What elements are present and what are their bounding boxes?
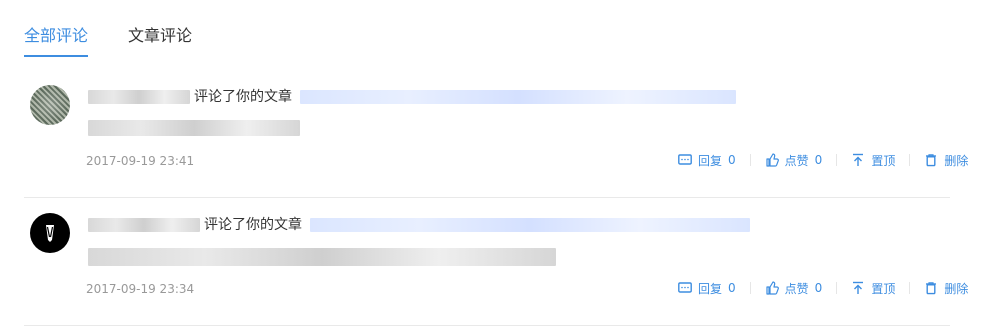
pin-top-button[interactable]: 置顶 [837,280,909,296]
pin-top-icon [851,281,865,295]
pin-top-icon [851,153,865,167]
reply-count: 0 [728,153,736,167]
like-count: 0 [814,153,823,167]
comment-actions: 回复 0 点赞 0 置顶 删除 [678,280,982,296]
comment-icon [678,153,692,167]
comment-item: 评论了你的文章 2017-09-19 23:41 回复 0 点赞 0 置顶 删除 [0,70,1008,198]
comment-body-redacted [88,248,556,266]
like-button[interactable]: 点赞 0 [751,152,837,168]
delete-button[interactable]: 删除 [910,152,982,168]
pin-top-label: 置顶 [871,281,896,296]
reply-label: 回复 [698,153,723,168]
article-title-redacted[interactable] [300,90,736,104]
reply-label: 回复 [698,281,723,296]
avatar[interactable] [30,213,70,253]
tabs-bar: 全部评论 文章评论 [0,0,1008,70]
tab-underline [24,55,88,57]
tab-article-comments[interactable]: 文章评论 [128,24,192,48]
comment-icon [678,281,692,295]
delete-label: 删除 [944,281,969,296]
pin-top-button[interactable]: 置顶 [837,152,909,168]
tab-all-comments[interactable]: 全部评论 [24,24,88,48]
trash-icon [924,153,938,167]
thumbs-up-icon [765,281,779,295]
delete-label: 删除 [944,153,969,168]
comment-action-text: 评论了你的文章 [194,89,292,105]
comment-divider [24,325,950,326]
trash-icon [924,281,938,295]
comment-date: 2017-09-19 23:34 [86,282,195,296]
like-label: 点赞 [784,281,809,296]
thumbs-up-icon [765,153,779,167]
comment-actions: 回复 0 点赞 0 置顶 删除 [678,152,982,168]
comment-date: 2017-09-19 23:41 [86,154,195,168]
delete-button[interactable]: 删除 [910,280,982,296]
like-button[interactable]: 点赞 0 [751,280,837,296]
commenter-name-redacted [88,90,190,104]
reply-button[interactable]: 回复 0 [678,152,750,168]
reply-count: 0 [728,281,736,295]
reply-button[interactable]: 回复 0 [678,280,750,296]
comment-body-redacted [88,120,300,136]
commenter-name-redacted [88,218,200,232]
like-count: 0 [814,281,823,295]
pin-top-label: 置顶 [871,153,896,168]
comment-action-text: 评论了你的文章 [204,217,302,233]
like-label: 点赞 [784,153,809,168]
article-title-redacted[interactable] [310,218,750,232]
avatar[interactable] [30,85,70,125]
avatar-mark-icon [46,225,54,242]
comment-item: 评论了你的文章 2017-09-19 23:34 回复 0 点赞 0 置顶 删除 [0,198,1008,326]
